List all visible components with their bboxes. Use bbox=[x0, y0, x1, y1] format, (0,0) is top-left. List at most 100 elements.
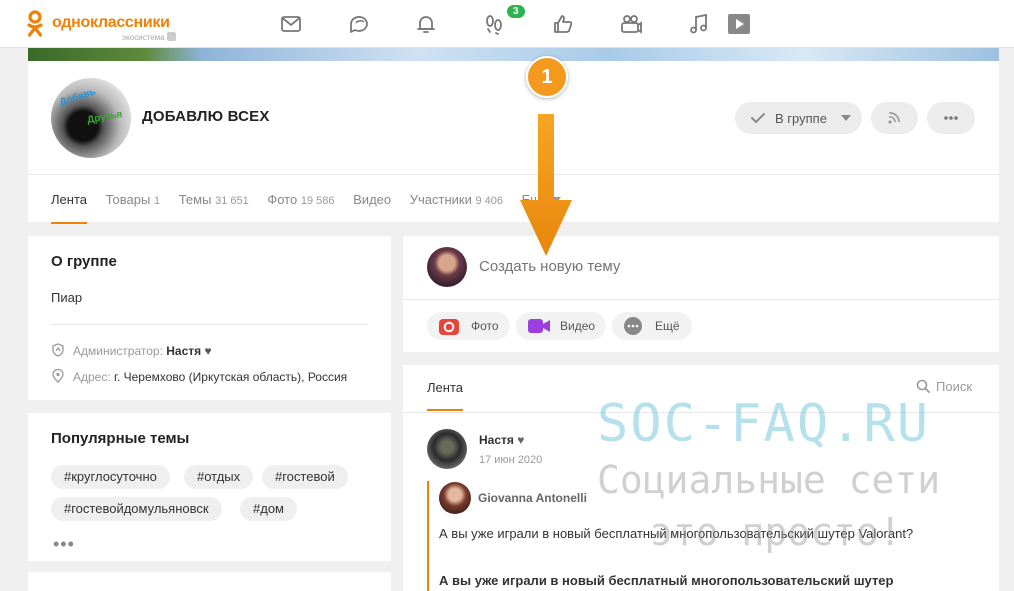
feed-search-button[interactable]: Поиск bbox=[916, 379, 972, 394]
more-label: Ещё bbox=[655, 319, 680, 333]
tab-count: 9 406 bbox=[475, 195, 504, 207]
topic-tag[interactable]: #гостевойдомульяновск bbox=[51, 497, 222, 521]
watermark-tagline: Социальные сети bbox=[597, 458, 941, 502]
group-tabs: Лента Товары 1 Темы 31 651 Фото 19 586 В… bbox=[51, 192, 576, 224]
video-camera-icon[interactable] bbox=[619, 12, 643, 36]
ellipsis-icon bbox=[944, 116, 958, 120]
new-topic-input[interactable] bbox=[479, 258, 959, 275]
tab-label: Участники bbox=[409, 192, 472, 207]
like-icon[interactable] bbox=[551, 12, 575, 36]
group-title: ДОБАВЛЮ ВСЕХ bbox=[142, 108, 270, 125]
topic-tag[interactable]: #отдых bbox=[184, 465, 254, 489]
guests-icon[interactable] bbox=[482, 12, 506, 36]
admin-row: Администратор: Настя ♥ bbox=[51, 343, 212, 358]
camera-icon bbox=[439, 319, 459, 335]
odnoklassniki-logo-icon[interactable] bbox=[26, 10, 44, 38]
admin-label: Администратор: bbox=[73, 344, 163, 358]
post-author[interactable]: Настя ♥ bbox=[479, 433, 524, 447]
post-date: 17 июн 2020 bbox=[479, 454, 543, 466]
chevron-down-icon bbox=[841, 115, 851, 121]
topic-tag[interactable]: #круглосуточно bbox=[51, 465, 170, 489]
about-heading: О группе bbox=[51, 253, 117, 270]
annotation-arrow-icon bbox=[520, 114, 572, 256]
more-options-button[interactable] bbox=[927, 102, 975, 134]
tab-label: Темы bbox=[178, 192, 212, 207]
post-text-bold: А вы уже играли в новый бесплатный много… bbox=[439, 573, 894, 588]
group-cover-image bbox=[28, 48, 999, 61]
tab-label: Лента bbox=[51, 192, 87, 207]
vk-icon bbox=[166, 32, 176, 41]
user-avatar[interactable] bbox=[427, 247, 467, 287]
header-divider bbox=[28, 174, 999, 175]
in-group-button[interactable]: В группе bbox=[735, 102, 862, 134]
brand-name[interactable]: одноклассники bbox=[52, 14, 170, 32]
admin-name[interactable]: Настя bbox=[166, 344, 201, 358]
avatar-text-top: Добавь bbox=[58, 86, 98, 109]
bell-icon[interactable] bbox=[414, 12, 438, 36]
about-group-card: О группе Пиар Администратор: Настя ♥ Адр… bbox=[28, 236, 391, 400]
address-label: Адрес: bbox=[73, 370, 111, 384]
location-pin-icon bbox=[52, 369, 64, 383]
photo-label: Фото bbox=[471, 319, 499, 333]
tab-label: Товары bbox=[105, 192, 151, 207]
chat-icon[interactable] bbox=[347, 12, 371, 36]
brand-ecosystem: экосистема bbox=[122, 32, 176, 42]
video-play-icon[interactable] bbox=[727, 12, 751, 36]
avatar-text-bottom: Друзья bbox=[86, 109, 124, 126]
video-label: Видео bbox=[560, 319, 596, 333]
tab-topics[interactable]: Темы 31 651 bbox=[179, 192, 249, 207]
notification-badge: 3 bbox=[507, 5, 525, 18]
about-divider bbox=[51, 324, 368, 325]
tab-label: Видео bbox=[353, 192, 392, 207]
add-photo-button[interactable]: Фото bbox=[427, 312, 510, 340]
heart-icon: ♥ bbox=[204, 344, 212, 358]
address-row: Адрес: г. Черемхово (Иркутская область),… bbox=[51, 369, 347, 384]
repost-author-name[interactable]: Giovanna Antonelli bbox=[478, 491, 587, 505]
tab-count: 19 586 bbox=[300, 195, 335, 207]
tab-count: 31 651 bbox=[215, 195, 249, 207]
rss-icon bbox=[888, 112, 900, 124]
heart-icon: ♥ bbox=[517, 433, 525, 447]
tab-members[interactable]: Участники 9 406 bbox=[410, 192, 503, 207]
about-description: Пиар bbox=[51, 290, 83, 305]
more-attachments-button[interactable]: Ещё bbox=[612, 312, 692, 340]
sidebar-card bbox=[28, 572, 391, 591]
tab-label: Фото bbox=[267, 192, 298, 207]
subscribe-feed-button[interactable] bbox=[871, 102, 918, 134]
in-group-label: В группе bbox=[775, 111, 827, 126]
repost-author-avatar[interactable] bbox=[439, 482, 471, 514]
tab-products[interactable]: Товары 1 bbox=[106, 192, 160, 207]
ellipsis-icon bbox=[624, 317, 642, 335]
top-navigation-bar: одноклассники экосистема 3 bbox=[0, 0, 1014, 48]
group-header-card: Добавь Друзья ДОБАВЛЮ ВСЕХ В группе Лент… bbox=[28, 61, 999, 224]
shield-icon bbox=[52, 343, 64, 357]
tab-photos[interactable]: Фото 19 586 bbox=[267, 192, 334, 207]
mail-icon[interactable] bbox=[279, 12, 303, 36]
topic-tag[interactable]: #дом bbox=[240, 497, 297, 521]
watermark-slogan: это просто! bbox=[650, 510, 902, 554]
post-author-name: Настя bbox=[479, 433, 514, 447]
new-topic-composer: Фото Видео Ещё bbox=[403, 236, 999, 352]
ecosystem-label: экосистема bbox=[122, 33, 165, 42]
music-icon[interactable] bbox=[687, 12, 711, 36]
feed-tab[interactable]: Лента bbox=[427, 380, 463, 411]
step-number-badge: 1 bbox=[526, 56, 568, 98]
add-video-button[interactable]: Видео bbox=[516, 312, 606, 340]
search-label: Поиск bbox=[936, 379, 973, 394]
more-topics-button[interactable]: ••• bbox=[53, 534, 75, 555]
topic-tag[interactable]: #гостевой bbox=[262, 465, 348, 489]
composer-divider bbox=[403, 299, 999, 300]
watermark-site: SOC-FAQ.RU bbox=[597, 394, 931, 454]
tab-count: 1 bbox=[153, 195, 161, 207]
group-avatar[interactable]: Добавь Друзья bbox=[51, 78, 131, 158]
post-author-avatar[interactable] bbox=[427, 429, 467, 469]
video-icon bbox=[528, 319, 550, 333]
tab-feed[interactable]: Лента bbox=[51, 192, 87, 224]
search-icon bbox=[916, 379, 930, 393]
address-value: г. Черемхово (Иркутская область), Россия bbox=[114, 370, 348, 384]
tab-video[interactable]: Видео bbox=[353, 192, 391, 207]
page-edge bbox=[999, 48, 1014, 591]
popular-heading: Популярные темы bbox=[51, 430, 190, 447]
check-icon bbox=[751, 113, 765, 124]
repost-accent-bar bbox=[427, 481, 429, 591]
